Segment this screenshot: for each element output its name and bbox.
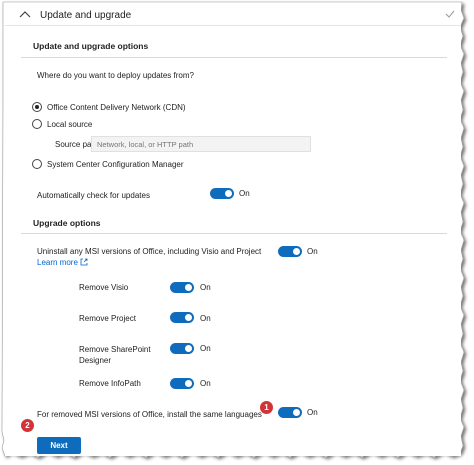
remove-sharepoint-label-line2: Designer xyxy=(79,356,112,365)
uninstall-msi-toggle[interactable] xyxy=(278,246,302,257)
source-path-input[interactable] xyxy=(91,136,311,152)
radio-local-source-label[interactable]: Local source xyxy=(47,120,92,129)
radio-local-source[interactable] xyxy=(32,119,42,129)
learn-more-link[interactable]: Learn more xyxy=(37,258,88,267)
section-title: Update and upgrade xyxy=(40,10,132,21)
remove-visio-state: On xyxy=(200,283,211,292)
settings-card: Update and upgrade Update and upgrade op… xyxy=(5,4,461,456)
callout-badge-1: 1 xyxy=(260,401,273,414)
divider xyxy=(21,57,447,58)
remove-visio-toggle[interactable] xyxy=(170,282,194,293)
same-languages-state: On xyxy=(307,408,318,417)
same-languages-label: For removed MSI versions of Office, inst… xyxy=(37,410,262,419)
uninstall-msi-label: Uninstall any MSI versions of Office, in… xyxy=(37,247,262,256)
chevron-up-icon[interactable] xyxy=(19,9,31,19)
uninstall-msi-state: On xyxy=(307,247,318,256)
section-header[interactable]: Update and upgrade xyxy=(5,4,461,26)
learn-more-text[interactable]: Learn more xyxy=(37,258,78,267)
auto-check-state: On xyxy=(239,189,250,198)
radio-cdn-label[interactable]: Office Content Delivery Network (CDN) xyxy=(47,103,186,112)
radio-cdn[interactable] xyxy=(32,102,42,112)
remove-visio-label: Remove Visio xyxy=(79,283,129,292)
auto-check-label: Automatically check for updates xyxy=(37,191,150,200)
upgrade-options-heading: Upgrade options xyxy=(33,218,101,228)
radio-sccm[interactable] xyxy=(32,159,42,169)
remove-sharepoint-label-line1: Remove SharePoint xyxy=(79,345,151,354)
remove-project-toggle[interactable] xyxy=(170,312,194,323)
checkmark-icon xyxy=(445,10,455,18)
external-link-icon xyxy=(80,258,88,266)
remove-infopath-toggle[interactable] xyxy=(170,378,194,389)
update-options-heading: Update and upgrade options xyxy=(33,41,149,51)
divider xyxy=(21,233,447,234)
options-panel: Update and upgrade options Where do you … xyxy=(21,34,447,454)
next-button[interactable]: Next xyxy=(37,437,81,454)
callout-badge-2: 2 xyxy=(21,419,34,432)
remove-infopath-state: On xyxy=(200,379,211,388)
remove-sharepoint-state: On xyxy=(200,344,211,353)
remove-sharepoint-toggle[interactable] xyxy=(170,343,194,354)
deploy-question: Where do you want to deploy updates from… xyxy=(37,71,194,80)
remove-project-label: Remove Project xyxy=(79,314,136,323)
same-languages-toggle[interactable] xyxy=(278,407,302,418)
auto-check-toggle[interactable] xyxy=(210,188,234,199)
remove-project-state: On xyxy=(200,314,211,323)
radio-sccm-label[interactable]: System Center Configuration Manager xyxy=(47,160,184,169)
remove-infopath-label: Remove InfoPath xyxy=(79,379,141,388)
